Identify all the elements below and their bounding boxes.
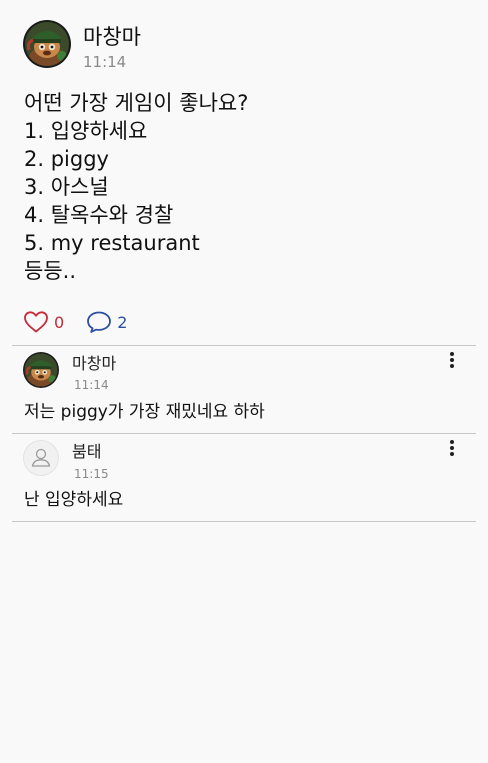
heart-outline-icon <box>23 310 49 334</box>
post-actions: 0 2 <box>23 308 149 336</box>
post-body-line: 2. piggy <box>24 147 109 171</box>
comment-count: 2 <box>117 312 128 332</box>
comment-timestamp: 11:14 <box>74 378 109 392</box>
post-author-name[interactable]: 마창마 <box>83 24 141 50</box>
post-body-line: 4. 탈옥수와 경찰 <box>24 203 174 227</box>
post-body-line: 5. my restaurant <box>24 231 200 255</box>
divider <box>12 433 476 434</box>
comment-text: 저는 piggy가 가장 재밌네요 하하 <box>24 402 265 422</box>
comment-timestamp: 11:15 <box>74 467 109 481</box>
like-button[interactable]: 0 <box>23 310 64 334</box>
more-vertical-icon[interactable] <box>444 350 460 372</box>
post-body-line: 3. 아스널 <box>24 175 109 199</box>
comment-author-name[interactable]: 붐태 <box>72 442 101 462</box>
post-body: 어떤 가장 게임이 좋나요? 1. 입양하세요 2. piggy 3. 아스널 … <box>24 89 464 285</box>
post-body-line: 어떤 가장 게임이 좋나요? <box>24 91 249 115</box>
default-user-avatar-icon[interactable] <box>23 440 59 476</box>
comment-text: 난 입양하세요 <box>24 490 124 510</box>
game-character-avatar-icon[interactable] <box>23 20 71 68</box>
speech-bubble-icon <box>86 310 112 334</box>
divider <box>12 345 476 346</box>
comment-author-name[interactable]: 마창마 <box>72 354 116 374</box>
comment-button[interactable]: 2 <box>86 310 127 334</box>
more-vertical-icon[interactable] <box>444 438 460 460</box>
game-character-avatar-icon[interactable] <box>23 352 59 388</box>
post-timestamp: 11:14 <box>83 53 127 71</box>
like-count: 0 <box>54 312 65 332</box>
post-body-line: 등등.. <box>24 259 76 283</box>
divider <box>12 521 476 522</box>
post-body-line: 1. 입양하세요 <box>24 119 148 143</box>
